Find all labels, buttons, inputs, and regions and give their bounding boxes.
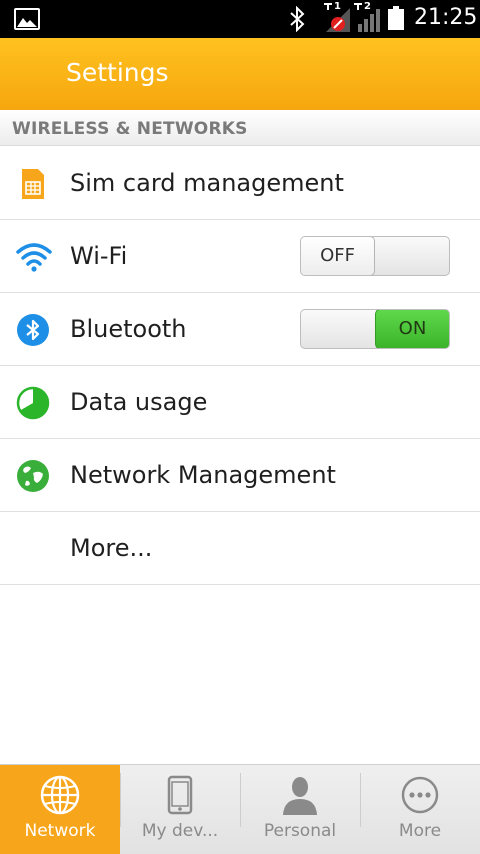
bluetooth-label: Bluetooth <box>70 315 187 343</box>
more-icon <box>400 775 440 815</box>
list-item-more[interactable]: More... <box>0 512 480 585</box>
nav-tab-more-label: More <box>398 821 442 841</box>
nav-tab-my-device[interactable]: My dev... <box>120 765 240 854</box>
data-usage-label: Data usage <box>70 388 208 416</box>
phone-icon <box>160 775 200 815</box>
sim2-tag: 2 <box>364 1 371 12</box>
page-title: Settings <box>66 58 169 87</box>
nav-tab-more[interactable]: More <box>360 765 480 854</box>
list-item-wifi[interactable]: Wi-Fi OFF <box>0 220 480 293</box>
status-bar: 1 2 21:25 <box>0 0 480 38</box>
data-usage-icon <box>16 386 50 420</box>
bluetooth-icon <box>16 313 50 347</box>
wifi-label: Wi-Fi <box>70 242 128 270</box>
status-time: 21:25 <box>414 5 478 30</box>
person-icon <box>280 775 320 815</box>
globe-icon <box>16 459 50 493</box>
signal-sim2-icon: 2 <box>352 1 382 34</box>
wifi-toggle[interactable]: OFF <box>300 236 450 276</box>
bluetooth-toggle[interactable]: ON <box>300 309 450 349</box>
bluetooth-toggle-state: ON <box>375 310 449 348</box>
sim-card-icon <box>16 167 50 201</box>
section-title: WIRELESS & NETWORKS <box>12 119 248 139</box>
nav-tab-my-device-label: My dev... <box>141 821 219 841</box>
list-item-data-usage[interactable]: Data usage <box>0 366 480 439</box>
network-management-label: Network Management <box>70 461 336 489</box>
wifi-icon <box>16 240 52 274</box>
settings-list: Sim card management Wi-Fi OFF Bluetooth … <box>0 147 480 585</box>
section-header: WIRELESS & NETWORKS <box>0 110 480 146</box>
nav-tab-network-label: Network <box>24 821 96 841</box>
bottom-nav: Network My dev... Personal More <box>0 764 480 854</box>
nav-tab-personal[interactable]: Personal <box>240 765 360 854</box>
nav-tab-personal-label: Personal <box>263 821 337 841</box>
more-label: More... <box>70 534 153 562</box>
list-item-network-management[interactable]: Network Management <box>0 439 480 512</box>
list-item-sim-card-management[interactable]: Sim card management <box>0 147 480 220</box>
globe-icon <box>40 775 80 815</box>
nav-tab-network[interactable]: Network <box>0 765 120 854</box>
app-bar: Settings <box>0 38 480 110</box>
sim1-tag: 1 <box>334 1 341 12</box>
wifi-toggle-state: OFF <box>301 237 375 275</box>
list-item-bluetooth[interactable]: Bluetooth ON <box>0 293 480 366</box>
bluetooth-status-icon <box>288 5 308 36</box>
battery-icon <box>388 6 404 30</box>
gallery-icon <box>14 8 40 30</box>
signal-sim1-icon: 1 <box>322 1 352 34</box>
sim-card-management-label: Sim card management <box>70 169 344 197</box>
